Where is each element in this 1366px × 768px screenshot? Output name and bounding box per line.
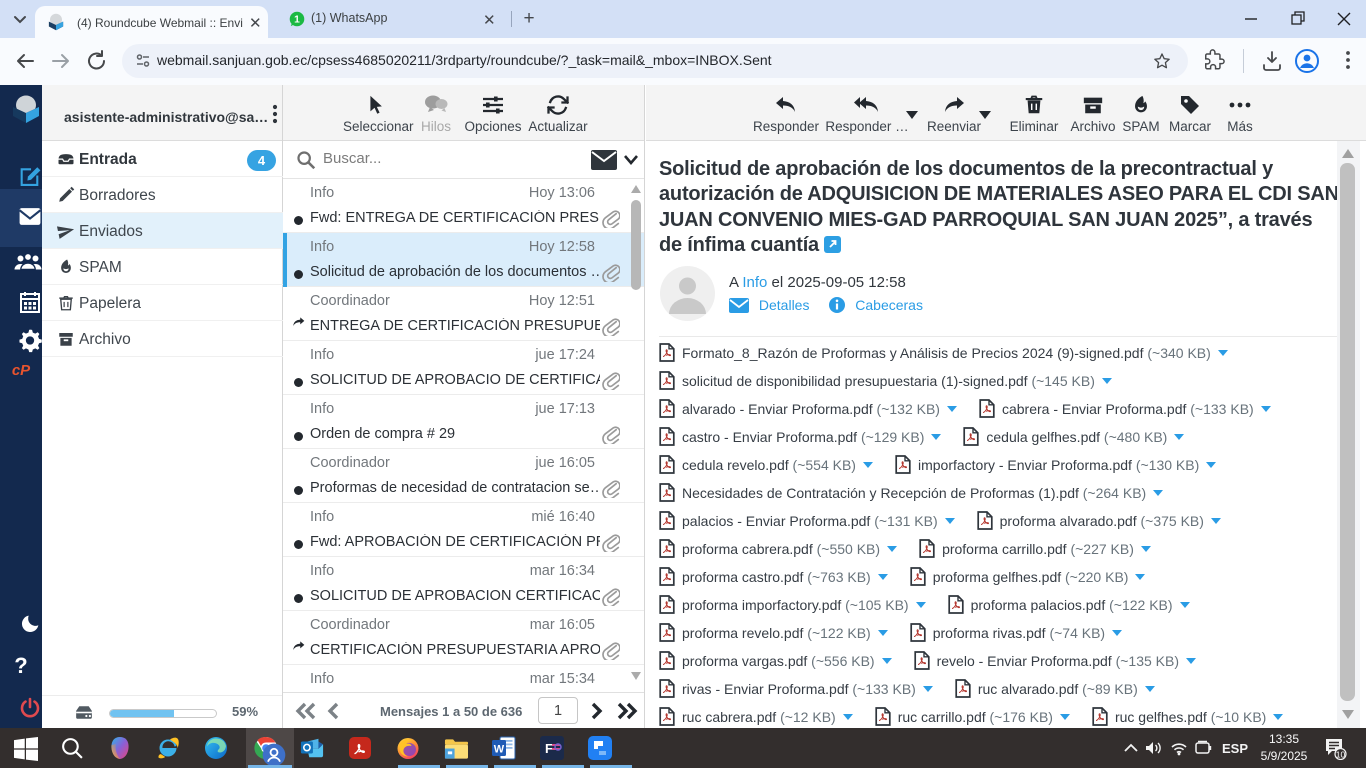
svg-text:1: 1 <box>294 15 300 26</box>
svg-text:10: 10 <box>1336 750 1346 760</box>
svg-text:W: W <box>494 744 505 756</box>
svg-text:F: F <box>545 741 553 756</box>
